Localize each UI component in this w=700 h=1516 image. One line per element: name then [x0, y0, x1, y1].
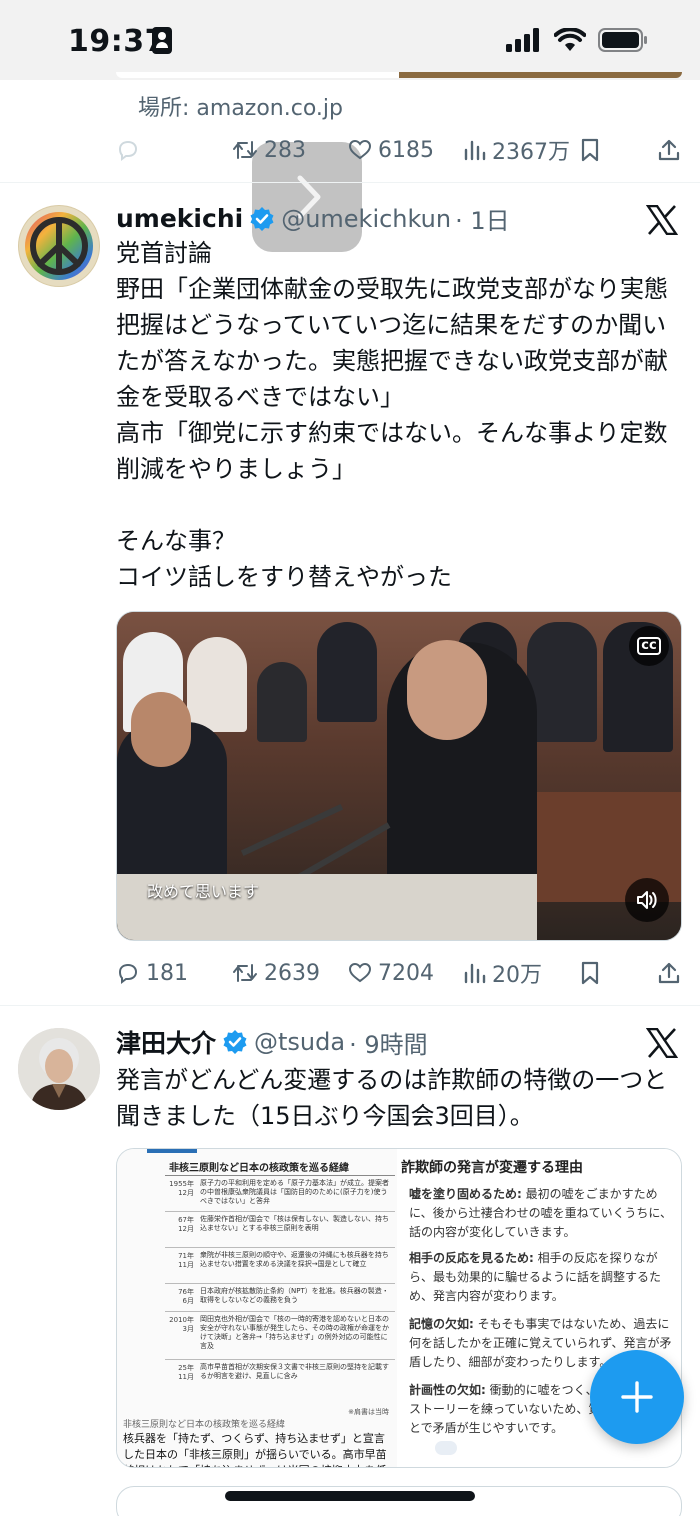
tweet-actions: 181 2639 7204 20万: [116, 953, 686, 993]
tweet[interactable]: umekichi @umekichkun · 1日 党首討論 野田「企業団体献金…: [0, 183, 700, 1005]
display-name[interactable]: umekichi: [116, 204, 243, 233]
reply-count: 181: [146, 960, 188, 986]
display-name[interactable]: 津田大介: [116, 1024, 216, 1060]
share-icon: [658, 139, 680, 161]
timeline-row: 76年 6月 日本政府が核拡散防止条約（NPT）を批准。核兵器の製造・取得をしな…: [165, 1284, 395, 1312]
like-icon: [348, 139, 372, 160]
news-clip-body: 核兵器を「持たず、つくらず、持ち込ませず」と宣言した日本の「非核三原則」が揺らい…: [123, 1432, 387, 1467]
tweet[interactable]: 津田大介 @tsuda · 9時間 発言がどんどん変遷するのは詐欺師の特徴の一つ…: [0, 1006, 700, 1516]
reply-button[interactable]: 181: [116, 961, 188, 986]
person-avatar-icon: [18, 1028, 100, 1110]
like-button[interactable]: 6185: [348, 138, 434, 163]
views-count: 20万: [492, 963, 542, 988]
compose-button[interactable]: [590, 1350, 684, 1444]
cc-label: cc: [637, 637, 661, 655]
timeline-row: 1955年 12月 原子力の平和利用を定める「原子力基本法」が成立。提案者の中曽…: [165, 1176, 395, 1212]
timestamp: · 1日: [455, 207, 510, 235]
timeline-row: 67年 12月 佐藤栄作首相が国会で「核は保有しない、製造しない、持ち込ませない…: [165, 1212, 395, 1248]
status-indicators: [506, 28, 648, 52]
views-count: 2367万: [492, 140, 570, 165]
like-button[interactable]: 7204: [348, 961, 434, 986]
views-icon: [464, 140, 486, 161]
retweet-button[interactable]: 2639: [232, 961, 320, 986]
previous-media-edge: [116, 72, 682, 78]
bookmark-button[interactable]: [580, 138, 600, 162]
avatar[interactable]: [18, 1028, 100, 1110]
tweet-text: 発言がどんどん変遷するのは詐欺師の特徴の一つと聞きました（15日ぶり今国会3回目…: [116, 1066, 668, 1130]
bookmark-icon: [581, 961, 599, 985]
share-button[interactable]: [658, 138, 680, 162]
bookmark-icon: [581, 138, 599, 162]
timeline-note: ※肩書は当時: [348, 1408, 389, 1416]
retweet-button[interactable]: 283: [232, 138, 306, 163]
previous-tweet-actions: 283 6185 2367万: [116, 130, 686, 170]
link-chip-icon[interactable]: [435, 1441, 457, 1455]
tweet-header: 津田大介 @tsuda · 9時間: [116, 1024, 428, 1060]
peace-sign-avatar-icon: [19, 206, 99, 286]
person-left-face: [131, 692, 191, 767]
news-clip-caption: 非核三原則など日本の核政策を巡る経緯: [123, 1420, 286, 1430]
video-caption: 改めて思います: [147, 882, 260, 901]
bookmark-button[interactable]: [580, 961, 600, 985]
retweet-icon: [233, 141, 257, 159]
timeline-row: 2010年 3月 岡田克也外相が国会で「核の一時的寄港を認めないと日本の安全が守…: [165, 1312, 395, 1360]
views-button[interactable]: 2367万: [464, 134, 570, 166]
status-bar: 19:37: [0, 0, 700, 80]
battery-icon: [598, 28, 647, 52]
reason-item: 嘘を塗り固めるため: 最初の嘘をごまかすために、後から辻褄合わせの嘘を重ねていく…: [409, 1187, 673, 1239]
news-clip-panel: 非核三原則など日本の核政策を巡る経緯 1955年 12月 原子力の平和利用を定め…: [117, 1149, 397, 1467]
x-logo-icon: [646, 205, 678, 235]
reply-button[interactable]: [116, 138, 140, 162]
reply-icon: [118, 963, 138, 984]
timestamp: · 9時間: [349, 1030, 428, 1059]
retweet-count: 2639: [264, 960, 320, 986]
timeline-row: 25年 11月 高市早苗首相が次期安保３文書で非核三原則の堅持を記載するか明言を…: [178, 1363, 389, 1381]
compose-icon: [621, 1381, 653, 1413]
id-badge-icon: [152, 27, 172, 54]
news-clip-title: 非核三原則など日本の核政策を巡る経緯: [169, 1163, 349, 1174]
avatar[interactable]: [18, 205, 100, 287]
reasons-title: 詐欺師の発言が変遷する理由: [401, 1160, 583, 1176]
reason-item: 相手の反応を見るため: 相手の反応を探りながら、最も効果的に騙せるように話を調整…: [409, 1251, 662, 1303]
tweet-video[interactable]: 改めて思います cc: [116, 611, 682, 941]
tweet-header: umekichi @umekichkun · 1日: [116, 201, 510, 236]
speaker-icon: [637, 891, 657, 909]
views-button[interactable]: 20万: [464, 957, 542, 989]
handle[interactable]: @umekichkun: [281, 205, 451, 233]
closed-captions-button[interactable]: cc: [629, 626, 669, 666]
timeline-table: 1955年 12月 原子力の平和利用を定める「原子力基本法」が成立。提案者の中曽…: [165, 1175, 395, 1407]
tweet-text: 党首討論 野田「企業団体献金の受取先に政党支部がなり実態把握はどうなっていていつ…: [116, 239, 668, 591]
like-count: 7204: [378, 960, 434, 986]
speaker-face: [407, 640, 487, 740]
cellular-signal-icon: [506, 28, 539, 52]
retweet-icon: [233, 964, 257, 982]
verified-icon: [250, 206, 274, 231]
handle[interactable]: @tsuda: [254, 1028, 345, 1056]
verified-icon: [223, 1030, 247, 1054]
wifi-icon: [554, 28, 586, 51]
views-icon: [464, 963, 486, 984]
share-icon: [658, 962, 680, 984]
x-logo-icon: [646, 1028, 678, 1058]
share-button[interactable]: [658, 961, 680, 985]
retweet-count: 283: [264, 137, 306, 163]
mute-button[interactable]: [625, 878, 669, 922]
reply-icon: [118, 140, 138, 161]
timeline-row: 71年 11月 衆院が非核三原則の順守や、返還後の沖縄にも核兵器を持ち込ませない…: [165, 1248, 395, 1284]
home-indicator[interactable]: [225, 1491, 475, 1501]
location-text[interactable]: 場所: amazon.co.jp: [138, 90, 343, 122]
like-icon: [348, 962, 372, 983]
like-count: 6185: [378, 137, 434, 163]
